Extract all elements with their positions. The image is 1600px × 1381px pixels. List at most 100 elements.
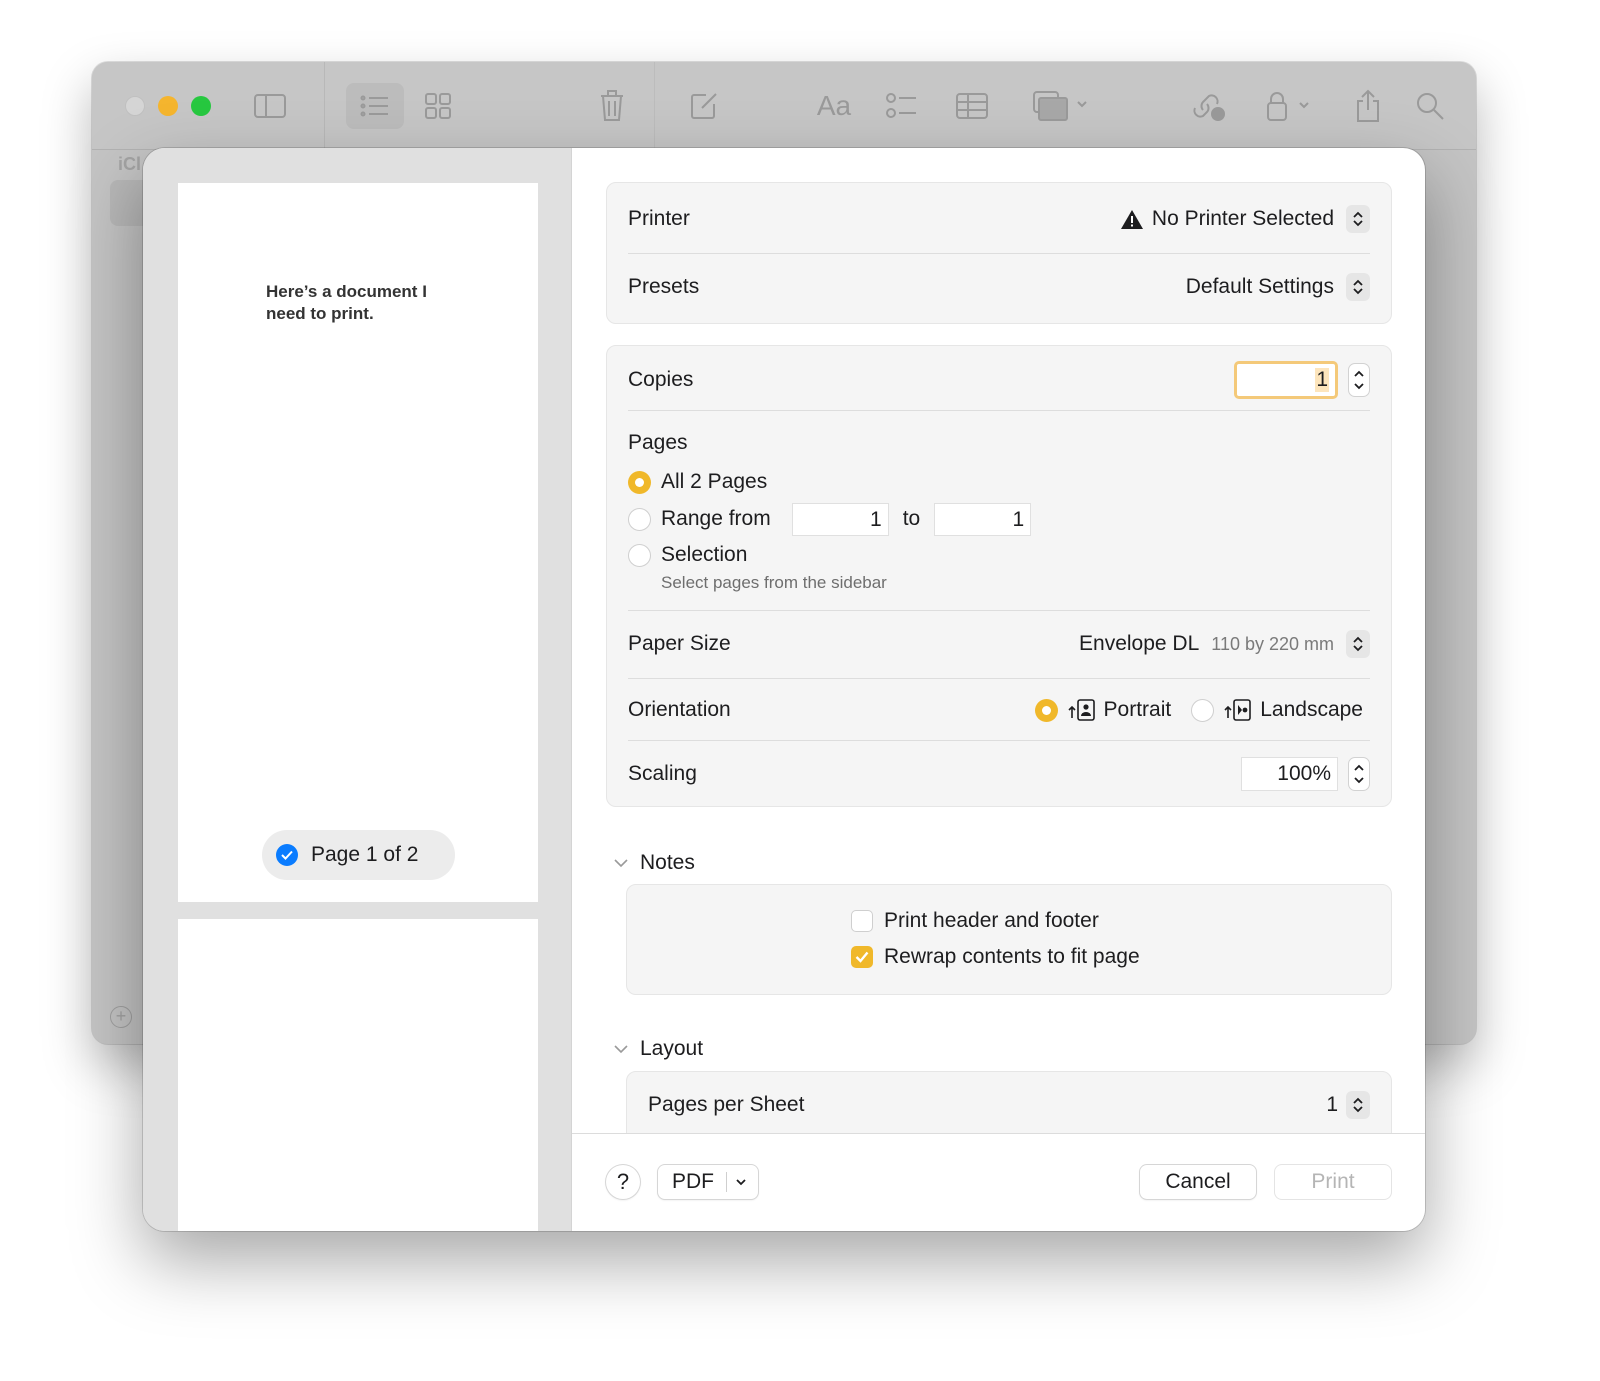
header-footer-option[interactable]: Print header and footer xyxy=(851,905,1370,937)
range-to-input[interactable]: 1 xyxy=(934,502,1032,536)
trash-icon[interactable] xyxy=(592,88,632,124)
notes-section-title: Notes xyxy=(640,851,695,874)
page-select-badge[interactable]: Page 1 of 2 xyxy=(262,830,455,880)
rewrap-checkbox[interactable] xyxy=(851,946,873,968)
portrait-orientation-icon xyxy=(1067,698,1096,722)
selection-hint: Select pages from the sidebar xyxy=(661,573,887,592)
warning-icon xyxy=(1120,209,1144,230)
presets-popup[interactable]: Default Settings xyxy=(1186,273,1370,301)
pages-all-option[interactable]: All 2 Pages xyxy=(628,466,1370,498)
print-options-group: Copies 1 Pages All 2 Pages Range from 1 … xyxy=(606,345,1392,807)
range-to-label: to xyxy=(902,507,921,530)
header-footer-checkbox[interactable] xyxy=(851,910,873,932)
list-view-icon[interactable] xyxy=(346,83,404,129)
checkmark-circle-icon xyxy=(276,844,298,866)
presets-value: Default Settings xyxy=(1185,275,1334,298)
page-preview-1[interactable]: Here’s a document I need to print. Page … xyxy=(178,183,538,902)
selection-hint-row: Select pages from the sidebar xyxy=(661,571,1370,595)
help-button[interactable]: ? xyxy=(606,1165,640,1199)
paper-size-value: Envelope DL xyxy=(1079,632,1200,655)
format-text-icon[interactable]: Aa xyxy=(814,88,854,124)
orientation-label: Orientation xyxy=(628,698,731,721)
pages-label: Pages xyxy=(628,431,688,454)
pages-range-radio[interactable] xyxy=(628,507,651,531)
landscape-orientation-icon xyxy=(1224,698,1252,722)
print-preview-pane: Here’s a document I need to print. Page … xyxy=(143,148,572,1231)
divider xyxy=(628,678,1370,679)
orientation-row: Orientation Portrait Landscape xyxy=(628,692,1370,728)
rewrap-option[interactable]: Rewrap contents to fit page xyxy=(851,941,1370,973)
sidebar-toggle-icon[interactable] xyxy=(250,88,290,124)
divider xyxy=(628,410,1370,411)
table-icon[interactable] xyxy=(952,88,992,124)
layout-options-group: Pages per Sheet 1 xyxy=(626,1071,1392,1133)
cancel-button[interactable]: Cancel xyxy=(1140,1165,1256,1199)
notes-section-toggle[interactable]: Notes xyxy=(614,848,695,878)
chevron-down-icon xyxy=(614,1044,628,1054)
chevron-down-icon xyxy=(735,1178,747,1186)
scaling-stepper[interactable] xyxy=(1348,757,1370,791)
pages-all-label: All 2 Pages xyxy=(661,470,768,493)
portrait-radio[interactable] xyxy=(1034,698,1058,722)
divider xyxy=(628,610,1370,611)
pages-selection-option[interactable]: Selection xyxy=(628,539,1370,571)
collaborate-icon[interactable] xyxy=(1190,88,1230,124)
copies-stepper[interactable] xyxy=(1348,363,1370,397)
add-folder-icon[interactable]: + xyxy=(110,1006,132,1028)
pages-header-row: Pages xyxy=(628,428,1370,458)
paper-size-label: Paper Size xyxy=(628,632,731,655)
divider xyxy=(628,740,1370,741)
paper-size-dimensions: 110 by 220 mm xyxy=(1211,633,1334,654)
print-settings-pane: Printer No Printer Selected Presets Defa… xyxy=(572,148,1425,1133)
landscape-radio[interactable] xyxy=(1191,698,1215,722)
window-minimize-button[interactable] xyxy=(158,96,178,116)
layout-section-title: Layout xyxy=(640,1037,704,1060)
media-icon[interactable] xyxy=(1030,88,1094,124)
checklist-icon[interactable] xyxy=(882,88,922,124)
range-from-input[interactable]: 1 xyxy=(791,502,889,536)
paper-size-popup[interactable]: Envelope DL 110 by 220 mm xyxy=(1079,630,1370,658)
printer-group: Printer No Printer Selected Presets Defa… xyxy=(606,182,1392,324)
popup-chevrons-icon xyxy=(1346,205,1370,233)
window-close-button[interactable] xyxy=(125,96,145,116)
page-preview-2[interactable] xyxy=(178,919,538,1231)
popup-chevrons-icon xyxy=(1346,630,1370,658)
pages-selection-radio[interactable] xyxy=(628,543,651,567)
copies-input[interactable]: 1 xyxy=(1234,361,1338,399)
button-divider xyxy=(726,1172,727,1192)
printer-value: No Printer Selected xyxy=(1151,207,1334,230)
share-icon[interactable] xyxy=(1348,88,1388,124)
chevron-down-icon xyxy=(614,858,628,868)
page-preview-text: Here’s a document I need to print. xyxy=(266,282,427,323)
lock-icon[interactable] xyxy=(1260,88,1320,124)
toolbar-divider xyxy=(654,62,655,150)
pages-per-sheet-label: Pages per Sheet xyxy=(648,1093,805,1116)
copies-row: Copies 1 xyxy=(628,360,1370,400)
layout-section-toggle[interactable]: Layout xyxy=(614,1034,703,1064)
pdf-button-label: PDF xyxy=(672,1170,714,1193)
toolbar-divider xyxy=(324,62,325,150)
window-maximize-button[interactable] xyxy=(191,96,211,116)
popup-chevrons-icon xyxy=(1346,1091,1370,1119)
scaling-row: Scaling 100% xyxy=(628,754,1370,794)
printer-row: Printer No Printer Selected xyxy=(628,201,1370,237)
presets-row: Presets Default Settings xyxy=(628,269,1370,305)
print-dialog: Here’s a document I need to print. Page … xyxy=(143,148,1425,1231)
portrait-label: Portrait xyxy=(1103,698,1172,721)
app-toolbar: Aa xyxy=(92,62,1476,150)
pages-range-label: Range from xyxy=(661,507,771,530)
page-badge-label: Page 1 of 2 xyxy=(311,843,419,866)
search-icon[interactable] xyxy=(1410,88,1450,124)
printer-label: Printer xyxy=(628,207,690,230)
compose-icon[interactable] xyxy=(684,88,724,124)
pages-selection-label: Selection xyxy=(661,543,748,566)
gallery-view-icon[interactable] xyxy=(418,88,458,124)
pages-all-radio[interactable] xyxy=(628,470,651,494)
print-button[interactable]: Print xyxy=(1275,1165,1391,1199)
pages-per-sheet-popup[interactable]: 1 xyxy=(1326,1091,1370,1119)
printer-popup[interactable]: No Printer Selected xyxy=(1120,205,1370,233)
divider xyxy=(628,253,1370,254)
pdf-menu-button[interactable]: PDF xyxy=(658,1165,758,1199)
scaling-input[interactable]: 100% xyxy=(1241,757,1338,791)
header-footer-label: Print header and footer xyxy=(884,909,1099,932)
